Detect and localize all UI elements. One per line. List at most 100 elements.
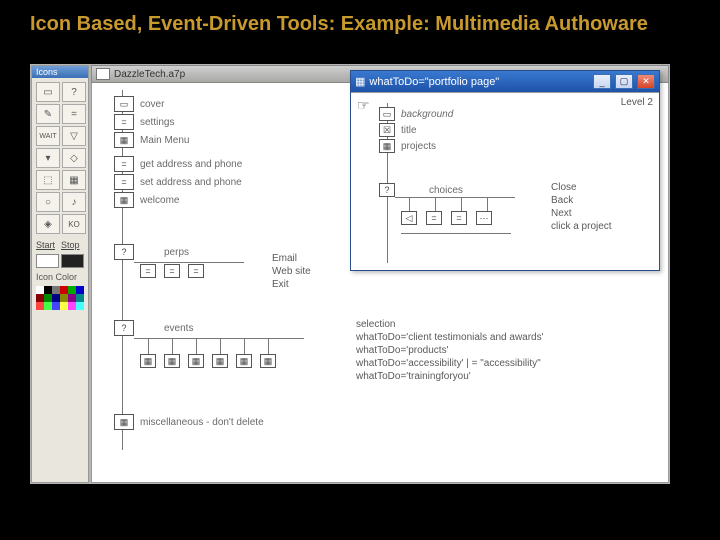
calc-node-icon[interactable]: = — [114, 114, 134, 130]
document-title: DazzleTech.a7p — [114, 69, 185, 80]
popup-titlebar[interactable]: ▦ whatToDo="portfolio page" _ ▢ ✕ — [351, 71, 659, 92]
movie-icon[interactable]: ○ — [36, 192, 60, 212]
calc-node-icon[interactable]: = — [114, 174, 134, 190]
slide-title: Icon Based, Event-Driven Tools: Example:… — [0, 0, 720, 44]
decision-node-icon[interactable]: ? — [379, 183, 395, 197]
hand-icon: ☞ — [357, 97, 370, 114]
connector-line — [196, 338, 197, 354]
branch-icon[interactable]: = — [188, 264, 204, 278]
doc-icon — [96, 68, 110, 80]
node-getaddr: get address and phone — [140, 159, 242, 170]
selection-heading: selection — [356, 318, 544, 331]
connector-line — [148, 338, 149, 354]
connector-line — [220, 338, 221, 354]
node-cover: cover — [140, 99, 164, 110]
icons-palette: Icons ▭ ? ✎ = WAIT ▽ ▾ ◇ ⬚ ▦ ○ ♪ ◈ KO — [31, 65, 89, 483]
branch-icon[interactable]: ▦ — [212, 354, 228, 368]
node-settings: settings — [140, 117, 174, 128]
calc-icon[interactable]: = — [62, 104, 86, 124]
knowledge-icon[interactable]: KO — [62, 214, 86, 234]
decision-node-icon[interactable]: ? — [114, 320, 134, 336]
connector-line — [395, 197, 515, 198]
branch-icon[interactable]: = — [426, 211, 442, 225]
connector-line — [134, 338, 304, 339]
branch-icon[interactable]: = — [164, 264, 180, 278]
selection-line: whatToDo='trainingforyou' — [356, 370, 544, 383]
framework-icon[interactable]: ▾ — [36, 148, 60, 168]
map-node-icon[interactable]: ▦ — [114, 132, 134, 148]
popup-opt-click: click a project — [551, 220, 612, 233]
selection-line: whatToDo='products' — [356, 344, 544, 357]
color-swatches[interactable] — [32, 284, 88, 312]
node-setaddr: set address and phone — [140, 177, 242, 188]
perp-web: Web site — [272, 265, 311, 278]
display-node-icon[interactable]: ▭ — [379, 107, 395, 121]
sound-icon[interactable]: ♪ — [62, 192, 86, 212]
selection-line: whatToDo='client testimonials and awards… — [356, 331, 544, 344]
map-node-icon[interactable]: ▦ — [114, 414, 134, 430]
display-node-icon[interactable]: ☒ — [379, 123, 395, 137]
node-perps: perps — [164, 247, 189, 258]
popup-window: ▦ whatToDo="portfolio page" _ ▢ ✕ Level … — [350, 70, 660, 271]
icon-color-label: Icon Color — [32, 270, 88, 284]
flowline-canvas: DazzleTech.a7p ▭ cover = settings ▦ Main Me… — [91, 65, 669, 483]
dvd-icon[interactable]: ◈ — [36, 214, 60, 234]
stop-flag-icon[interactable] — [61, 254, 84, 268]
branch-icon[interactable]: ▦ — [164, 354, 180, 368]
connector-line — [268, 338, 269, 354]
connector-line — [172, 338, 173, 354]
popup-title-text: whatToDo="portfolio page" — [369, 76, 499, 88]
popup-node-projects: projects — [401, 141, 436, 152]
wait-icon[interactable]: WAIT — [36, 126, 60, 146]
maximize-button[interactable]: ▢ — [615, 74, 633, 89]
minimize-button[interactable]: _ — [593, 74, 611, 89]
start-flag-icon[interactable] — [36, 254, 59, 268]
popup-opt-next: Next — [551, 207, 612, 220]
node-welcome: welcome — [140, 195, 179, 206]
branch-icon[interactable]: ▦ — [140, 354, 156, 368]
branch-icon[interactable]: ▦ — [188, 354, 204, 368]
display-node-icon[interactable]: ▭ — [114, 96, 134, 112]
branch-icon[interactable]: = — [140, 264, 156, 278]
connector-line — [435, 197, 436, 211]
connector-line — [134, 262, 244, 263]
node-mainmenu: Main Menu — [140, 135, 189, 146]
popup-app-icon: ▦ — [355, 75, 365, 88]
branch-icon[interactable]: = — [451, 211, 467, 225]
stop-link[interactable]: Stop — [61, 240, 80, 250]
connector-line — [409, 197, 410, 211]
popup-opt-back: Back — [551, 194, 612, 207]
selection-line: whatToDo='accessibility' | = "accessibil… — [356, 357, 544, 370]
connector-line — [487, 197, 488, 211]
connector-line — [401, 233, 511, 234]
popup-node-title: title — [401, 125, 417, 136]
node-events: events — [164, 323, 193, 334]
nav-icon[interactable]: ▽ — [62, 126, 86, 146]
close-button[interactable]: ✕ — [637, 74, 655, 89]
interaction-icon[interactable]: ⬚ — [36, 170, 60, 190]
map-node-icon[interactable]: ▦ — [114, 192, 134, 208]
perp-email: Email — [272, 252, 311, 265]
branch-icon[interactable]: ▦ — [260, 354, 276, 368]
screenshot-frame: Icons ▭ ? ✎ = WAIT ▽ ▾ ◇ ⬚ ▦ ○ ♪ ◈ KO — [30, 64, 670, 484]
map-icon[interactable]: ▦ — [62, 170, 86, 190]
display-icon[interactable]: ▭ — [36, 82, 60, 102]
decision-node-icon[interactable]: ? — [114, 244, 134, 260]
branch-icon[interactable]: ⋯ — [476, 211, 492, 225]
connector-line — [461, 197, 462, 211]
calc-node-icon[interactable]: = — [114, 156, 134, 172]
connector-line — [244, 338, 245, 354]
perp-exit: Exit — [272, 278, 311, 291]
palette-header: Icons — [32, 66, 88, 78]
start-link[interactable]: Start — [36, 240, 55, 250]
motion-icon[interactable]: ? — [62, 82, 86, 102]
decision-icon[interactable]: ◇ — [62, 148, 86, 168]
branch-icon[interactable]: ▦ — [236, 354, 252, 368]
popup-node-bg: background — [401, 109, 453, 120]
popup-node-choices: choices — [429, 185, 463, 196]
branch-icon[interactable]: ◁ — [401, 211, 417, 225]
erase-icon[interactable]: ✎ — [36, 104, 60, 124]
map-node-icon[interactable]: ▦ — [379, 139, 395, 153]
level-label: Level 2 — [621, 97, 653, 108]
node-misc: miscellaneous - don't delete — [140, 417, 264, 428]
